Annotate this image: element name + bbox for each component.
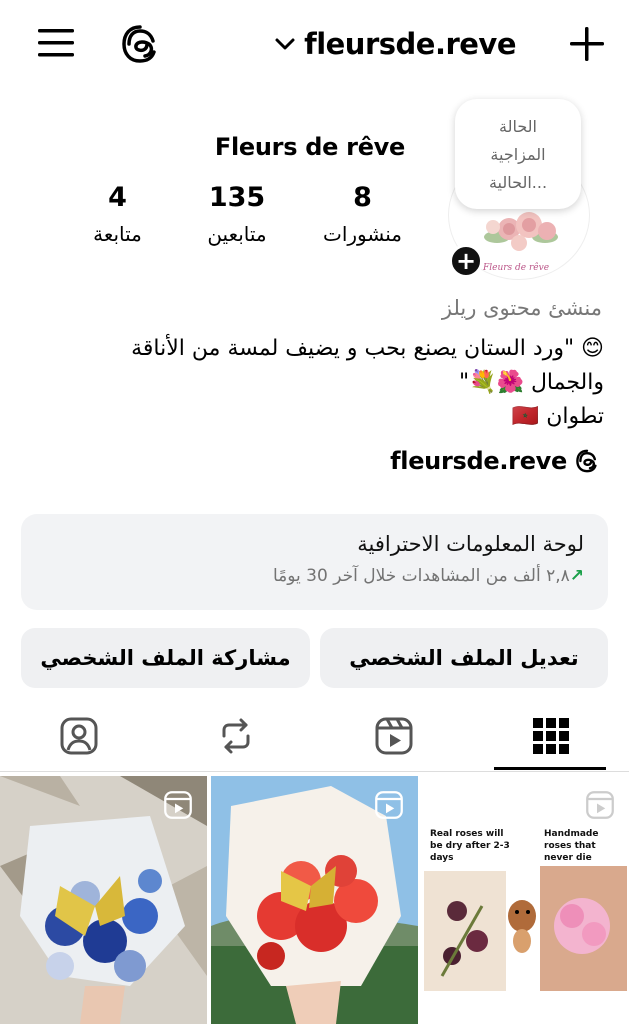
edit-profile-button[interactable]: تعديل الملف الشخصي <box>320 628 608 688</box>
threads-profile-link[interactable]: fleursde.reve <box>390 447 599 475</box>
tab-divider <box>0 771 629 772</box>
note-line: الحالية... <box>488 173 548 192</box>
bio-line: تطوان 🇲🇦 <box>511 404 604 429</box>
post-thumbnail-1[interactable] <box>0 776 207 1024</box>
bio-line: والجمال 🌺💐" <box>459 370 604 395</box>
professional-dashboard[interactable]: لوحة المعلومات الاحترافية ↗٢,٨ ألف من ال… <box>21 514 608 610</box>
post-caption-right: Handmade roses that never die <box>544 829 599 863</box>
profile-tabs <box>0 700 629 772</box>
posts-label: منشورات <box>323 222 402 246</box>
reel-icon <box>164 791 192 819</box>
following-count: 4 <box>108 182 127 213</box>
reel-icon <box>586 791 614 819</box>
posts-grid: Real roses will be dry after 2-3 days Ha… <box>0 776 629 1024</box>
tab-reposts[interactable] <box>157 700 314 772</box>
following-stat[interactable]: 4 متابعة <box>60 180 175 248</box>
followers-label: متابعين <box>207 222 267 246</box>
threads-link-text: fleursde.reve <box>390 447 567 475</box>
reposts-icon <box>222 718 249 754</box>
note-line: الحالة <box>499 117 537 136</box>
chevron-down-icon <box>275 38 295 50</box>
share-profile-button[interactable]: مشاركة الملف الشخصي <box>21 628 310 688</box>
dashboard-subtitle: ↗٢,٨ ألف من المشاهدات خلال آخر 30 يومًا <box>45 566 584 586</box>
followers-count: 135 <box>208 182 266 213</box>
trend-up-icon: ↗ <box>569 566 584 586</box>
following-label: متابعة <box>93 222 142 246</box>
display-name: Fleurs de rêve <box>214 133 405 161</box>
note-bubble[interactable]: الحالة المزاجية الحالية... <box>455 99 581 209</box>
bio-line: 😊 "ورد الستان يصنع بحب و يضيف لمسة من ال… <box>131 336 604 361</box>
menu-icon[interactable] <box>38 26 74 60</box>
dashboard-views-text: ٢,٨ ألف من المشاهدات خلال آخر 30 يومًا <box>272 566 570 586</box>
post-thumbnail-2[interactable] <box>211 776 418 1024</box>
reels-icon <box>375 717 412 755</box>
followers-stat[interactable]: 135 متابعين <box>182 180 292 248</box>
tab-posts-grid[interactable] <box>472 700 629 772</box>
reel-icon <box>375 791 403 819</box>
posts-stat[interactable]: 8 منشورات <box>315 180 410 248</box>
add-story-plus-icon[interactable]: + <box>449 244 483 278</box>
tagged-person-icon <box>60 717 97 755</box>
threads-icon <box>576 449 597 473</box>
profile-bio: 😊 "ورد الستان يصنع بحب و يضيف لمسة من ال… <box>44 332 604 434</box>
grid-icon <box>532 718 569 754</box>
dashboard-title: لوحة المعلومات الاحترافية <box>357 532 584 556</box>
avatar-brand-text: Fleurs de rêve <box>483 263 550 273</box>
create-plus-icon[interactable] <box>569 26 605 62</box>
account-switcher[interactable]: fleursde.reve <box>274 22 516 66</box>
posts-count: 8 <box>353 182 372 213</box>
active-tab-indicator <box>494 767 606 770</box>
note-line: المزاجية <box>490 145 546 164</box>
tab-reels[interactable] <box>315 700 472 772</box>
threads-icon[interactable] <box>120 24 160 64</box>
username: fleursde.reve <box>304 27 516 61</box>
profile-category: منشئ محتوى ريلز <box>441 296 602 320</box>
tab-tagged[interactable] <box>0 700 157 772</box>
top-bar: fleursde.reve <box>0 0 629 90</box>
post-caption-left: Real roses will be dry after 2-3 days <box>430 829 510 863</box>
post-thumbnail-3[interactable]: Real roses will be dry after 2-3 days Ha… <box>422 776 629 1024</box>
